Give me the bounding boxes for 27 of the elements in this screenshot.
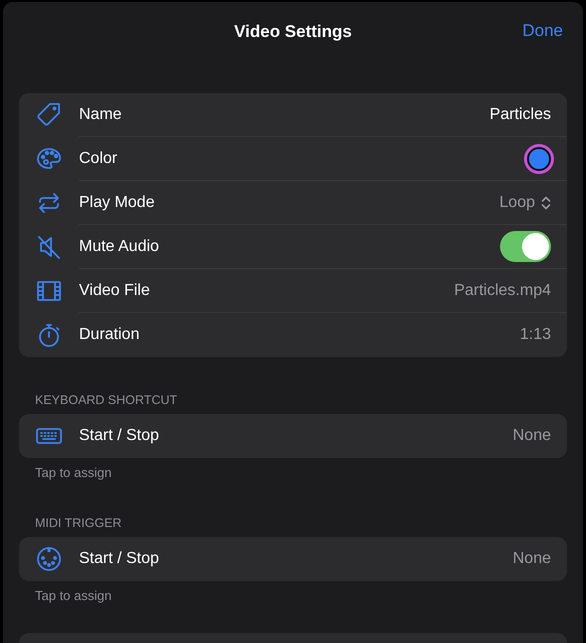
trigger-row[interactable]: Start / Stop None: [19, 414, 567, 458]
play-mode-menu[interactable]: Loop: [499, 194, 551, 212]
color-swatch[interactable]: [527, 146, 551, 170]
toggle-switch[interactable]: [500, 231, 551, 262]
trigger-label: Start / Stop: [79, 550, 160, 568]
done-button[interactable]: Done: [518, 19, 567, 43]
name-field[interactable]: Particles: [490, 106, 551, 124]
chevron-up-down-icon: [541, 196, 551, 210]
setting-label: Duration: [79, 326, 140, 344]
setting-label: Play Mode: [79, 194, 155, 212]
sheet-title: Video Settings: [234, 22, 352, 42]
setting-label: Video File: [79, 282, 150, 300]
section-footer: Tap to assign: [35, 588, 567, 603]
setting-label: Mute Audio: [79, 238, 160, 256]
section-footer: Tap to assign: [35, 465, 567, 480]
trigger-row[interactable]: Start / Stop None: [19, 537, 567, 581]
midi-connector-icon: [35, 545, 63, 573]
trigger-value: None: [512, 427, 551, 445]
section-header: MIDI TRIGGER: [35, 516, 123, 530]
trigger-value: None: [512, 550, 551, 568]
setting-label: Name: [79, 106, 122, 124]
setting-value: Particles.mp4: [454, 282, 551, 300]
speaker-slash-icon: [35, 233, 63, 261]
trigger-label: Start / Stop: [79, 427, 160, 445]
setting-value: 1:13: [520, 326, 551, 344]
section-header: KEYBOARD SHORTCUT: [35, 393, 178, 407]
setting-label: Color: [79, 150, 118, 168]
